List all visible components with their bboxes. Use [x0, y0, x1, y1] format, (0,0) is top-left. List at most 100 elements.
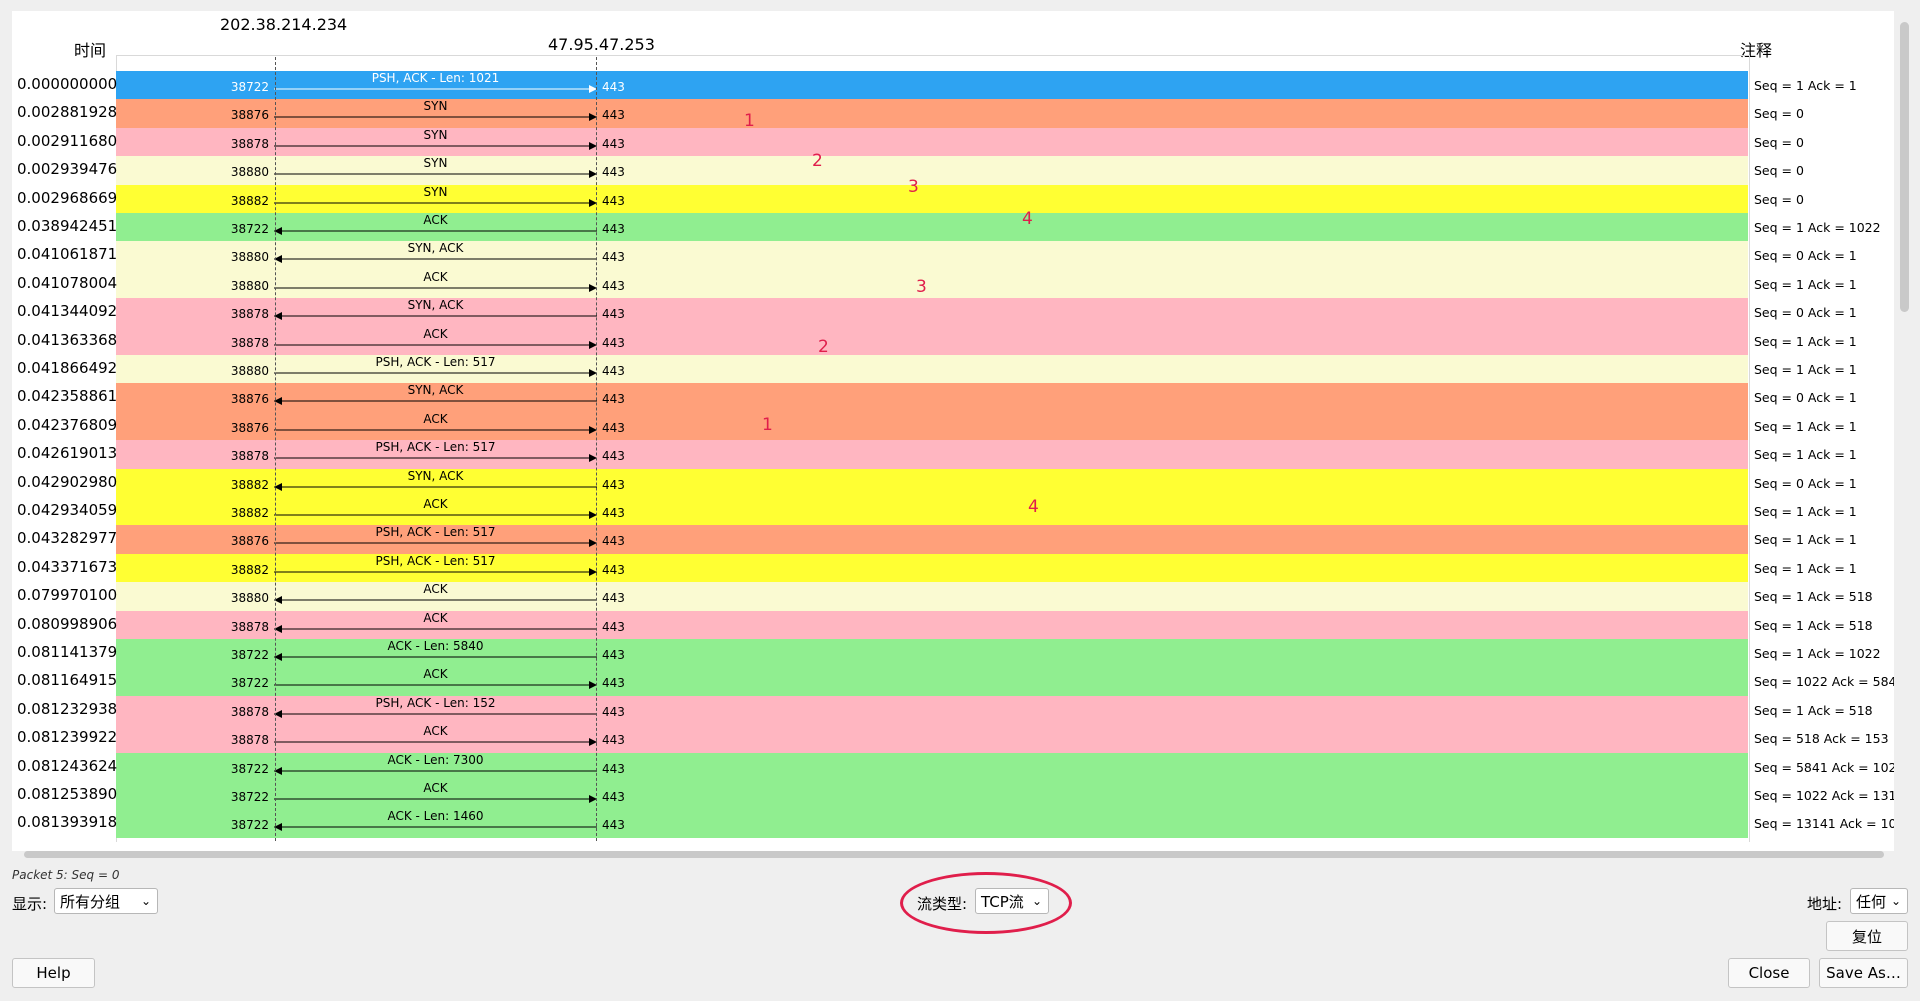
flow-row[interactable]: 0.043371673 38882 PSH, ACK - Len: 517 443 Se… [12, 553, 1894, 583]
arrow-right-icon [274, 283, 597, 292]
flow-row[interactable]: 0.081243624 38722 ACK - Len: 7300 443 Seq = … [12, 752, 1894, 781]
flow-row[interactable]: 0.041866492 38880 PSH, ACK - Len: 517 443 Se… [12, 355, 1894, 384]
flow-row[interactable]: 0.042934059 38882 ACK 443 Seq = 1 Ack = 1 [12, 497, 1894, 526]
arrow-right-icon [274, 340, 597, 349]
flow-row[interactable]: 0.000000000 38722 PSH, ACK - Len: 1021 443 S… [12, 71, 1894, 100]
host-a-address: 202.38.214.234 [220, 15, 348, 34]
flow-row-time: 0.081243624 [17, 756, 118, 775]
flow-row[interactable]: 0.041061871 38880 SYN, ACK 443 Seq = 0 Ack =… [12, 241, 1894, 270]
flow-row[interactable]: 0.002968669 38882 SYN 443 Seq = 0 [12, 184, 1894, 213]
flow-row-dest-port: 443 [602, 165, 625, 180]
flow-row-label: PSH, ACK - Len: 517 [375, 355, 496, 369]
flow-row-comment: Seq = 0 Ack = 1 [1754, 305, 1857, 321]
flow-row-label: ACK [423, 497, 448, 511]
horizontal-scrollbar[interactable] [24, 851, 1884, 858]
flow-row-dest-port: 443 [602, 591, 625, 606]
flow-row-dest-port: 443 [602, 562, 625, 577]
flow-row-dest-port: 443 [602, 449, 625, 464]
vertical-scrollbar[interactable] [1900, 22, 1909, 312]
flow-row[interactable]: 0.042619013 38878 PSH, ACK - Len: 517 443 Se… [12, 440, 1894, 469]
flow-row-time: 0.042358861 [17, 387, 118, 406]
flow-row-comment: Seq = 1 Ack = 518 [1754, 702, 1873, 718]
flow-row-label: PSH, ACK - Len: 152 [375, 695, 496, 710]
flow-row-time: 0.002968669 [17, 188, 118, 207]
flow-row[interactable]: 0.041344092 38878 SYN, ACK 443 Seq = 0 Ack =… [12, 298, 1894, 327]
flow-row[interactable]: 0.002881928 38876 SYN 443 Seq = 0 [12, 99, 1894, 128]
flow-row[interactable]: 0.079970100 38880 ACK 443 Seq = 1 Ack = 518 [12, 582, 1894, 611]
flow-row-source-port: 38880 [230, 165, 269, 180]
flow-row-label: PSH, ACK - Len: 1021 [371, 71, 500, 85]
flow-row-comment: Seq = 0 [1754, 191, 1804, 207]
flow-type-select[interactable]: TCP流 ⌄ [975, 888, 1049, 914]
flow-graph-canvas[interactable]: 时间 202.38.214.234 47.95.47.253 注释 0.0000… [12, 11, 1894, 851]
host-a-lifeline [275, 57, 276, 841]
flow-row-dest-port: 443 [602, 506, 625, 520]
flow-row-comment: Seq = 1 Ack = 1022 [1754, 220, 1881, 235]
arrow-right-icon [274, 795, 597, 803]
flow-row-dest-port: 443 [602, 307, 625, 322]
flow-row-label: SYN [423, 156, 448, 171]
flow-row-dest-port: 443 [602, 676, 625, 691]
arrow-left-icon [274, 482, 597, 491]
address-select[interactable]: 任何 ⌄ [1850, 888, 1908, 914]
flow-row[interactable]: 0.080998906 38878 ACK 443 Seq = 1 Ack = 518 [12, 610, 1894, 639]
flow-row[interactable]: 0.042902980 38882 SYN, ACK 443 Seq = 0 Ack =… [12, 468, 1894, 497]
arrow-right-icon [274, 681, 597, 690]
flow-row-label: ACK - Len: 1460 [387, 809, 484, 824]
flow-row-source-port: 38880 [230, 591, 269, 606]
flow-row[interactable]: 0.038942451 38722 ACK 443 Seq = 1 Ack = 1022 [12, 213, 1894, 242]
flow-row-source-port: 38722 [230, 818, 269, 833]
flow-row-label: ACK - Len: 7300 [387, 752, 484, 767]
flow-row-time: 0.041078004 [17, 273, 118, 292]
flow-row[interactable]: 0.041363368 38878 ACK 443 Seq = 1 Ack = 1 [12, 326, 1894, 355]
flow-row-comment: Seq = 0 Ack = 1 [1754, 248, 1857, 264]
flow-row-label: SYN [423, 184, 448, 199]
stream-marker: 3 [916, 277, 927, 297]
flow-row[interactable]: 0.081393918 38722 ACK - Len: 1460 443 Seq = … [12, 809, 1894, 838]
flow-row-dest-port: 443 [602, 80, 625, 94]
flow-row[interactable]: 0.041078004 38880 ACK 443 Seq = 1 Ack = 1 [12, 269, 1894, 299]
flow-row-source-port: 38880 [230, 250, 269, 265]
chevron-down-icon: ⌄ [140, 894, 151, 908]
flow-row[interactable]: 0.081232938 38878 PSH, ACK - Len: 152 443 Se… [12, 695, 1894, 725]
display-label: 显示: [12, 895, 48, 913]
flow-row[interactable]: 0.081239922 38878 ACK 443 Seq = 518 Ack = 15… [12, 724, 1894, 753]
flow-row[interactable]: 0.002911680 38878 SYN 443 Seq = 0 [12, 127, 1894, 157]
chevron-down-icon: ⌄ [1031, 894, 1042, 908]
flow-row-dest-port: 443 [602, 534, 625, 549]
flow-row-comment: Seq = 1 Ack = 1 [1754, 362, 1857, 377]
flow-row-source-port: 38880 [230, 364, 269, 378]
flow-row-label: ACK [423, 781, 448, 795]
flow-row-dest-port: 443 [602, 477, 625, 492]
flow-row-dest-port: 443 [602, 222, 625, 236]
flow-row[interactable]: 0.002939476 38880 SYN 443 Seq = 0 [12, 156, 1894, 185]
flow-row[interactable]: 0.081141379 38722 ACK - Len: 5840 443 Seq = … [12, 639, 1894, 668]
arrow-left-icon [274, 653, 597, 661]
flow-row-dest-port: 443 [602, 761, 625, 776]
flow-row-label: SYN [423, 99, 448, 114]
flow-row-source-port: 38880 [230, 278, 269, 293]
flow-row[interactable]: 0.042358861 38876 SYN, ACK 443 Seq = 0 Ack =… [12, 383, 1894, 412]
flow-row-dest-port: 443 [602, 733, 625, 748]
help-button[interactable]: Help [12, 958, 95, 988]
arrow-right-icon [274, 113, 597, 122]
flow-row-comment: Seq = 1 Ack = 1 [1754, 78, 1857, 93]
flow-row-comment: Seq = 1 Ack = 1 [1754, 276, 1857, 292]
flow-row-time: 0.043371673 [17, 557, 118, 576]
display-select[interactable]: 所有分组 ⌄ [54, 888, 158, 914]
flow-row[interactable]: 0.043282977 38876 PSH, ACK - Len: 517 443 Se… [12, 525, 1894, 554]
arrow-left-icon [274, 766, 597, 775]
arrow-left-icon [274, 255, 597, 264]
reset-button[interactable]: 复位 [1826, 921, 1908, 951]
arrow-left-icon [274, 312, 597, 321]
close-button[interactable]: Close [1728, 958, 1810, 988]
flow-row-time: 0.002911680 [17, 131, 118, 150]
flow-row[interactable]: 0.081253890 38722 ACK 443 Seq = 1022 Ack = 1… [12, 781, 1894, 810]
flow-row[interactable]: 0.042376809 38876 ACK 443 Seq = 1 Ack = 1 [12, 411, 1894, 441]
flow-row-time: 0.002939476 [17, 160, 118, 179]
flow-row[interactable]: 0.081164915 38722 ACK 443 Seq = 1022 Ack = 5… [12, 667, 1894, 696]
flow-row-time: 0.081239922 [17, 728, 118, 747]
flow-row-comment: Seq = 1 Ack = 1 [1754, 418, 1857, 434]
address-select-value: 任何 [1856, 892, 1887, 911]
save-as-button[interactable]: Save As… [1819, 958, 1908, 988]
